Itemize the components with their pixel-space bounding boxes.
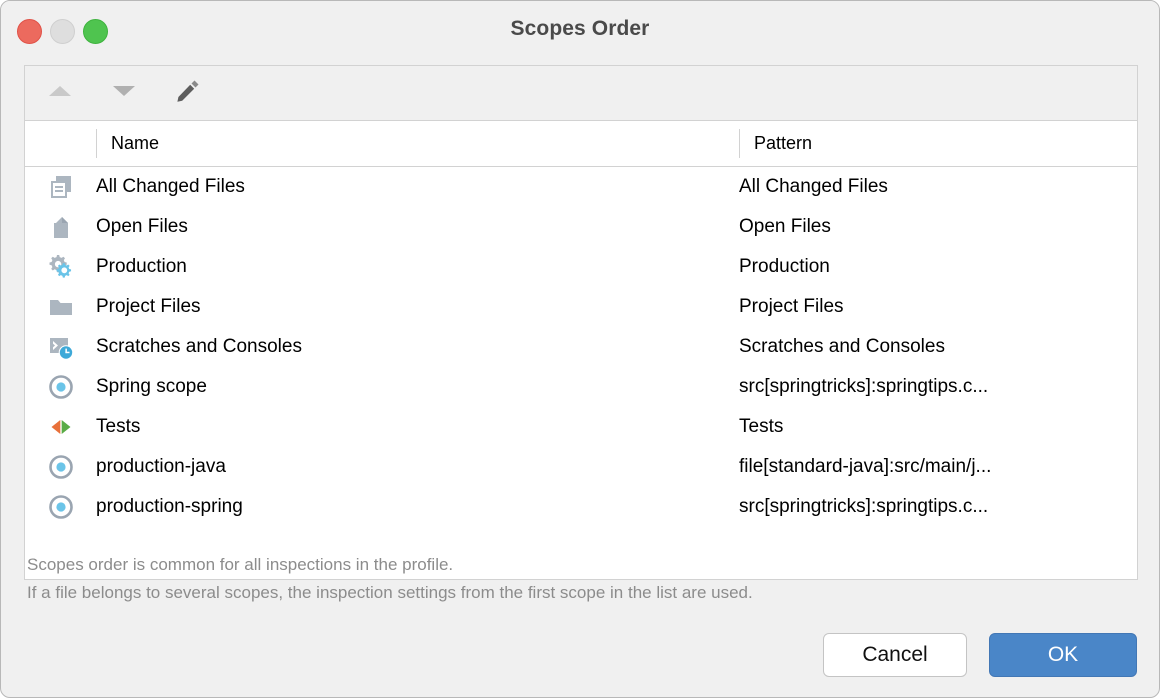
cancel-button[interactable]: Cancel <box>823 633 967 677</box>
title-bar: Scopes Order <box>1 1 1159 60</box>
row-pattern-cell[interactable]: src[springtricks]:springtips.c... <box>739 367 1137 407</box>
table-row[interactable]: production-java file[standard-java]:src/m… <box>25 447 1137 487</box>
open-files-icon <box>25 207 96 247</box>
scopes-order-note: Scopes order is common for all inspectio… <box>27 551 753 607</box>
ok-button[interactable]: OK <box>989 633 1137 677</box>
row-name-cell[interactable]: production-java <box>96 447 739 487</box>
edit-pencil-icon <box>175 78 201 109</box>
row-icon-cell <box>25 487 96 527</box>
table-row[interactable]: Spring scope src[springtricks]:springtips… <box>25 367 1137 407</box>
row-name-cell[interactable]: Open Files <box>96 207 739 247</box>
table-row[interactable]: Project Files Project Files <box>25 287 1137 327</box>
table-header-row: Name Pattern <box>25 121 1137 167</box>
column-header-name-label: Name <box>111 133 160 153</box>
column-header-icon[interactable] <box>25 121 96 167</box>
row-name-cell[interactable]: Tests <box>96 407 739 447</box>
move-down-icon <box>111 83 137 104</box>
row-pattern-cell[interactable]: file[standard-java]:src/main/j... <box>739 447 1137 487</box>
row-name-cell[interactable]: Scratches and Consoles <box>96 327 739 367</box>
row-pattern-cell[interactable]: Scratches and Consoles <box>739 327 1137 367</box>
row-name-cell[interactable]: Project Files <box>96 287 739 327</box>
column-header-pattern[interactable]: Pattern <box>739 121 1137 167</box>
edit-scope-button[interactable] <box>169 76 207 110</box>
row-icon-cell <box>25 247 96 287</box>
move-up-icon <box>47 83 73 104</box>
tests-scope-icon <box>25 407 96 447</box>
window-title: Scopes Order <box>510 17 650 40</box>
all-changed-files-icon <box>25 167 96 207</box>
row-name-cell[interactable]: Spring scope <box>96 367 739 407</box>
column-header-pattern-label: Pattern <box>754 133 813 153</box>
move-up-button[interactable] <box>41 76 79 110</box>
move-down-button[interactable] <box>105 76 143 110</box>
row-pattern-cell[interactable]: Project Files <box>739 287 1137 327</box>
row-icon-cell <box>25 447 96 487</box>
row-icon-cell <box>25 207 96 247</box>
table-row[interactable]: Open Files Open Files <box>25 207 1137 247</box>
row-name-cell[interactable]: All Changed Files <box>96 167 739 207</box>
row-name-cell[interactable]: production-spring <box>96 487 739 527</box>
row-pattern-cell[interactable]: Open Files <box>739 207 1137 247</box>
custom-scope-icon <box>25 487 96 527</box>
scopes-table-body: All Changed Files All Changed Files Open … <box>25 167 1137 527</box>
scratches-consoles-icon <box>25 327 96 367</box>
row-icon-cell <box>25 367 96 407</box>
scopes-table-body-wrapper[interactable]: All Changed Files All Changed Files Open … <box>25 167 1137 579</box>
row-pattern-cell[interactable]: Tests <box>739 407 1137 447</box>
note-line-2: If a file belongs to several scopes, the… <box>27 583 753 602</box>
row-icon-cell <box>25 287 96 327</box>
project-files-folder-icon <box>25 287 96 327</box>
custom-scope-icon <box>25 367 96 407</box>
table-row[interactable]: Production Production <box>25 247 1137 287</box>
table-row[interactable]: Scratches and Consoles Scratches and Cons… <box>25 327 1137 367</box>
custom-scope-icon <box>25 447 96 487</box>
row-icon-cell <box>25 407 96 447</box>
scopes-toolbar <box>25 66 1137 121</box>
row-icon-cell <box>25 327 96 367</box>
row-icon-cell <box>25 167 96 207</box>
dialog-button-bar: Cancel OK <box>823 633 1137 677</box>
scopes-order-dialog: Scopes Order Name Pattern All Changed Fi… <box>0 0 1160 698</box>
row-pattern-cell[interactable]: src[springtricks]:springtips.c... <box>739 487 1137 527</box>
row-pattern-cell[interactable]: All Changed Files <box>739 167 1137 207</box>
table-row[interactable]: All Changed Files All Changed Files <box>25 167 1137 207</box>
table-row[interactable]: Tests Tests <box>25 407 1137 447</box>
scopes-table: Name Pattern <box>25 121 1137 167</box>
table-row[interactable]: production-spring src[springtricks]:sprin… <box>25 487 1137 527</box>
production-gears-icon <box>25 247 96 287</box>
row-pattern-cell[interactable]: Production <box>739 247 1137 287</box>
scopes-panel: Name Pattern All Changed Files All Chang… <box>24 65 1138 580</box>
column-header-name[interactable]: Name <box>96 121 739 167</box>
note-line-1: Scopes order is common for all inspectio… <box>27 555 454 574</box>
row-name-cell[interactable]: Production <box>96 247 739 287</box>
